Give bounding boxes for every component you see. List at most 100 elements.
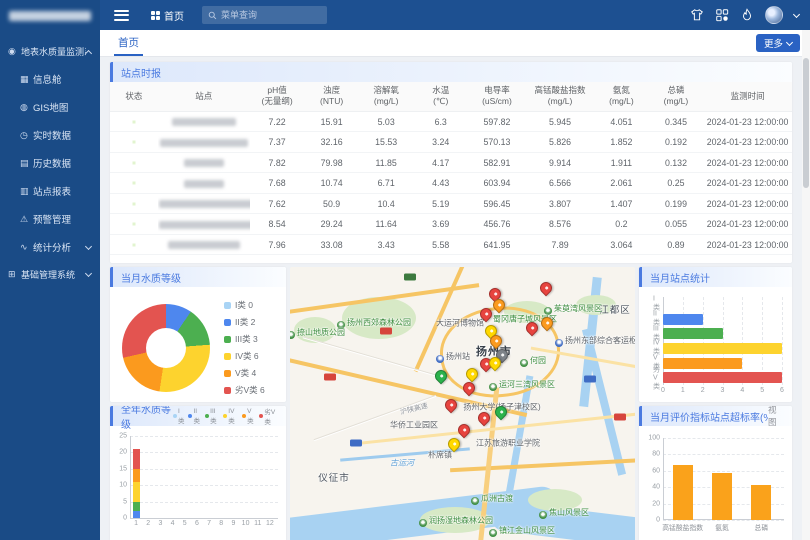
value-cell: 3.064 xyxy=(594,234,649,255)
legend-label: II类 2 xyxy=(235,316,255,328)
map-label-park: ♣运河三湾风景区 xyxy=(489,379,555,391)
legend-swatch xyxy=(259,414,263,418)
x-tick-label: 1 xyxy=(681,387,685,394)
status-cell xyxy=(110,214,158,235)
legend-label: 劣V类 6 xyxy=(235,384,265,396)
map-label-district: 江都区 xyxy=(599,302,631,316)
sidebar-item-label: 实时数据 xyxy=(33,128,94,142)
sidebar-item-GIS地图[interactable]: ◍GIS地图 xyxy=(0,93,100,121)
station-name-redacted xyxy=(159,200,250,208)
sidebar-item-历史数据[interactable]: ▤历史数据 xyxy=(0,149,100,177)
stack-segment xyxy=(133,502,140,512)
value-cell: 596.45 xyxy=(468,193,526,214)
sidebar-item-实时数据[interactable]: ◷实时数据 xyxy=(0,121,100,149)
value-cell: 7.96 xyxy=(250,234,305,255)
sidebar-item-信息舱[interactable]: ▦信息舱 xyxy=(0,65,100,93)
station-cell xyxy=(158,214,250,235)
panel-view-link[interactable]: 视图 xyxy=(768,406,784,428)
road-shield xyxy=(614,414,626,421)
scrollbar-thumb[interactable] xyxy=(803,58,809,188)
sidebar-item-预警管理[interactable]: ⚠预警管理 xyxy=(0,205,100,233)
value-cell: 10.74 xyxy=(304,173,359,194)
value-cell: 0.89 xyxy=(649,234,704,255)
chevron-down-icon xyxy=(85,242,92,249)
value-cell: 0.2 xyxy=(594,214,649,235)
tab-home[interactable]: 首页 xyxy=(118,30,139,56)
realtime-icon: ◷ xyxy=(20,130,33,141)
y-tick-label: 40 xyxy=(652,484,660,491)
value-cell: 2024-01-23 12:00:00 xyxy=(703,193,792,214)
sidebar-group-label: 地表水质量监测系统 xyxy=(21,45,86,58)
panel-title: 当月水质等级 xyxy=(121,270,181,285)
value-cell: 0.192 xyxy=(649,132,704,153)
y-tick-label: 5 xyxy=(123,498,127,505)
column-header: 高锰酸盐指数(mg/L) xyxy=(526,82,594,111)
value-cell: 7.62 xyxy=(250,193,305,214)
road-shield xyxy=(584,376,596,383)
legend-item: I类 0 xyxy=(224,299,265,311)
sidebar-item-label: GIS地图 xyxy=(33,100,94,114)
column-header: 溶解氧(mg/L) xyxy=(359,82,414,111)
value-cell: 11.85 xyxy=(359,152,414,173)
tab-bar: 首页 更多 xyxy=(100,30,810,57)
legend-swatch xyxy=(173,414,177,418)
sidebar-group-地表水质量监测系统[interactable]: ◉地表水质量监测系统 xyxy=(0,38,100,65)
theme-skin-icon[interactable] xyxy=(690,8,704,22)
status-cell xyxy=(110,132,158,153)
value-cell: 8.576 xyxy=(526,214,594,235)
column-header: 总磷(mg/L) xyxy=(649,82,704,111)
menu-search-input[interactable] xyxy=(221,10,321,20)
value-cell: 3.24 xyxy=(413,132,468,153)
x-tick-label: 11 xyxy=(254,520,261,527)
value-cell: 5.19 xyxy=(413,193,468,214)
park-icon: ♣ xyxy=(520,359,528,367)
sidebar-item-label: 预警管理 xyxy=(33,212,94,226)
value-cell: 3.807 xyxy=(526,193,594,214)
sidebar-group-基础管理系统[interactable]: ⊞基础管理系统 xyxy=(0,261,100,288)
station-map-pin[interactable] xyxy=(538,280,555,297)
value-cell: 50.9 xyxy=(304,193,359,214)
value-cell: 570.13 xyxy=(468,132,526,153)
month-exceed-panel: 当月评价指标站点超标率(%) 视图 020406080100高锰酸盐指数氨氮总磷 xyxy=(639,406,792,540)
sidebar-item-统计分析[interactable]: ∿统计分析 xyxy=(0,233,100,261)
legend-label: I类 0 xyxy=(235,299,253,311)
flame-icon[interactable] xyxy=(740,8,754,22)
stack-segment xyxy=(133,482,140,502)
year-grade-stacked-bar-chart: 0510152025123456789101112 xyxy=(130,436,278,518)
sidebar-menu: ◉地表水质量监测系统▦信息舱◍GIS地图◷实时数据▤历史数据▥站点报表⚠预警管理… xyxy=(0,38,100,288)
base-system-icon: ⊞ xyxy=(8,269,21,280)
stack-segment xyxy=(133,469,140,482)
x-tick-label: 6 xyxy=(780,387,784,394)
gis-map[interactable]: 扬州市江都区仪征市♣扬州西郊森林公园♣捺山地质公园■扬州站♣何园♣运河三湾风景区… xyxy=(290,267,635,540)
sidebar-item-站点报表[interactable]: ▥站点报表 xyxy=(0,177,100,205)
year-grade-panel: 全年水质等级 I类II类III类IV类V类劣V类 051015202512345… xyxy=(110,406,286,540)
legend-item: 劣V类 xyxy=(259,406,278,426)
hamburger-menu-icon[interactable] xyxy=(114,10,129,21)
menu-search-box[interactable] xyxy=(202,6,327,24)
station-cell xyxy=(158,111,250,132)
station-report-table: 状态站点pH值(无量纲)浊度(NTU)溶解氧(mg/L)水温(℃)电导率(uS/… xyxy=(110,82,792,255)
layout-icon[interactable] xyxy=(715,8,729,22)
value-cell: 641.95 xyxy=(468,234,526,255)
transport-icon: ■ xyxy=(436,355,444,363)
value-cell: 15.91 xyxy=(304,111,359,132)
value-cell: 9.914 xyxy=(526,152,594,173)
user-menu-chevron-down-icon[interactable] xyxy=(793,10,800,17)
stack-segment xyxy=(133,449,140,469)
top-header: 首页 xyxy=(100,0,810,30)
more-button[interactable]: 更多 xyxy=(756,34,800,52)
legend-label: V类 4 xyxy=(235,367,256,379)
column-header: 电导率(uS/cm) xyxy=(468,82,526,111)
value-cell: 3.43 xyxy=(359,234,414,255)
map-label-poi: 华侨工业园区 xyxy=(390,420,438,431)
breadcrumb-home[interactable]: 首页 xyxy=(151,8,184,23)
map-label-park: ♣焦山风景区 xyxy=(539,507,589,519)
y-tick-label: 20 xyxy=(652,500,660,507)
station-map-pin[interactable] xyxy=(456,422,473,439)
value-cell: 0.132 xyxy=(649,152,704,173)
legend-label: III类 3 xyxy=(235,333,258,345)
gridline xyxy=(130,436,278,437)
user-avatar[interactable] xyxy=(765,6,783,24)
value-cell: 32.16 xyxy=(304,132,359,153)
x-tick-label: 4 xyxy=(171,520,175,527)
